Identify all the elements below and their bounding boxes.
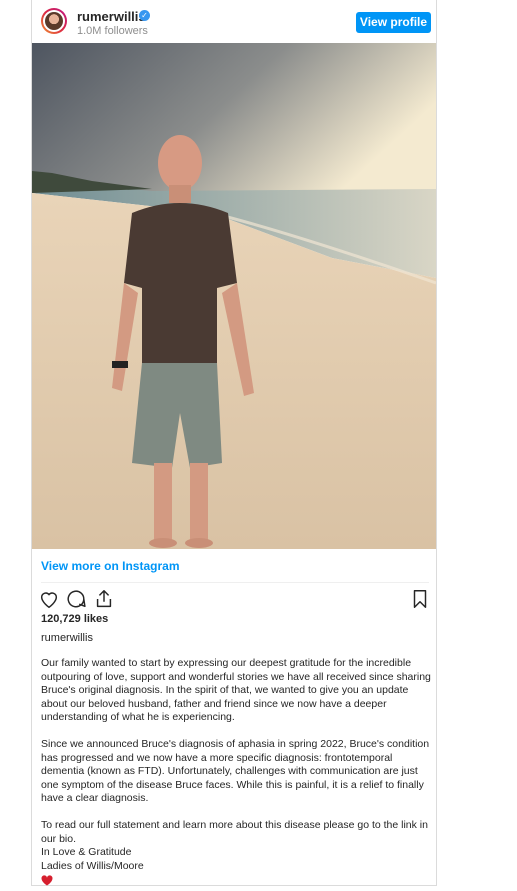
- caption-line: our bio.: [41, 832, 77, 845]
- view-profile-button[interactable]: View profile: [356, 12, 431, 33]
- caption-line: Since we announced Bruce's diagnosis of …: [41, 738, 430, 750]
- caption-line: about our beloved husband, father and fr…: [41, 697, 387, 710]
- caption-line: have a clear diagnosis.: [41, 792, 149, 804]
- avatar[interactable]: [41, 8, 67, 34]
- caption-line: has progressed and we now have a more sp…: [41, 751, 393, 764]
- caption-line: Bruce's original diagnosis. In the spiri…: [41, 684, 409, 696]
- verified-badge-icon: ✓: [139, 10, 150, 21]
- avatar-image: [45, 12, 63, 30]
- bookmark-icon[interactable]: [409, 588, 433, 612]
- caption-line: one symptom of the disease Bruce faces. …: [41, 778, 424, 791]
- caption-line: dementia (known as FTD). Unfortunately, …: [41, 765, 418, 777]
- instagram-embed-card: rumerwillis ✓ 1.0M followers View profil…: [31, 0, 437, 886]
- follower-count: 1.0M followers: [77, 25, 148, 37]
- red-heart-emoji: [41, 873, 53, 886]
- caption-line: Our family wanted to start by expressing…: [41, 657, 412, 669]
- post-photo[interactable]: [32, 43, 436, 549]
- view-more-on-instagram-link[interactable]: View more on Instagram: [41, 559, 180, 573]
- caption-line: In Love & Gratitude: [41, 846, 132, 858]
- post-actions-bar: [38, 588, 430, 612]
- caption-username[interactable]: rumerwillis: [41, 632, 93, 644]
- like-count[interactable]: 120,729 likes: [41, 613, 108, 625]
- post-header: rumerwillis ✓ 1.0M followers View profil…: [32, 0, 436, 44]
- caption-line: understanding of what he is experiencing…: [41, 711, 235, 723]
- caption-line: outpouring of love, support and wonderfu…: [41, 670, 431, 683]
- post-caption: Our family wanted to start by expressing…: [41, 657, 436, 873]
- heart-icon[interactable]: [38, 588, 62, 612]
- caption-line: To read our full statement and learn mor…: [41, 819, 428, 831]
- divider: [41, 582, 429, 583]
- share-icon[interactable]: [93, 588, 117, 612]
- username[interactable]: rumerwillis: [77, 9, 146, 24]
- caption-line: Ladies of Willis/Moore: [41, 859, 144, 872]
- comment-icon[interactable]: [65, 588, 89, 612]
